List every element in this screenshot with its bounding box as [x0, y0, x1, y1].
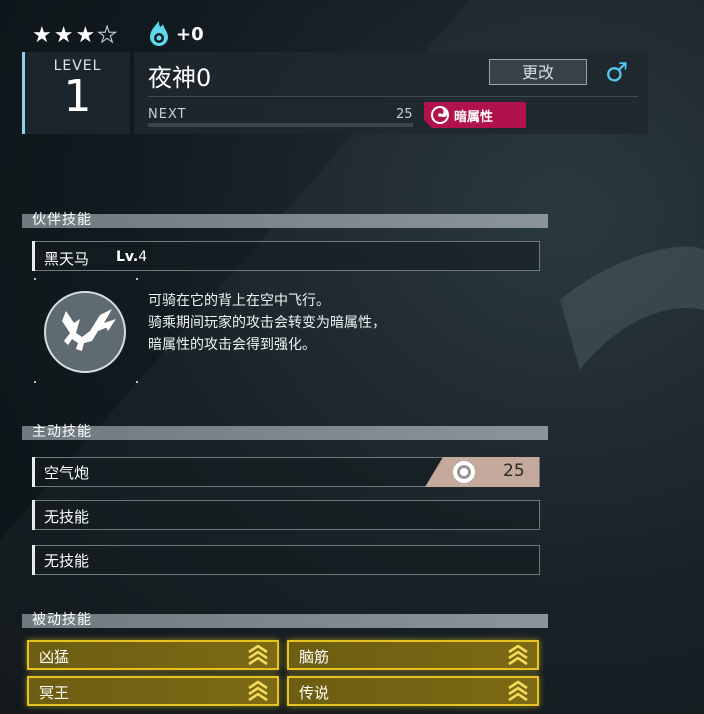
star-filled-icon: ★ [32, 23, 52, 48]
passive-skill-title: 被动技能 [32, 612, 92, 628]
rename-button[interactable]: 更改 [489, 59, 587, 85]
active-skill-name: 无技能 [44, 552, 90, 570]
skill-power-value: 25 [503, 461, 525, 481]
description-line: 暗属性的攻击会得到强化。 [148, 337, 316, 353]
active-skill-section-bar [22, 426, 548, 440]
passive-skill-4[interactable]: 传说 [287, 676, 539, 706]
passive-skill-3[interactable]: 冥王 [27, 676, 279, 706]
star-filled-icon: ★ [75, 23, 96, 48]
partner-skill-description: 可骑在它的背上在空中飞行。 骑乘期间玩家的攻击会转变为暗属性， 暗属性的攻击会得… [148, 290, 528, 356]
rank-up-chevrons-icon [508, 680, 528, 702]
rank-up-chevrons-icon [248, 680, 268, 702]
level-panel: LEVEL 1 [22, 52, 130, 134]
partner-skill-emblem [44, 291, 126, 373]
neutral-element-icon [453, 461, 475, 483]
partner-skill-level: Lv.4 [116, 249, 148, 265]
dark-element-icon [430, 105, 450, 125]
soul-flame-icon [150, 21, 168, 46]
passive-skill-1[interactable]: 凶猛 [27, 640, 279, 670]
rank-up-chevrons-icon [508, 644, 528, 666]
element-badge: 暗属性 [424, 102, 526, 128]
rarity-stars: ★ ★ ★ ★ [32, 23, 118, 48]
condenser-indicator: +0 [146, 20, 204, 48]
description-line: 骑乘期间玩家的攻击会转变为暗属性， [148, 315, 386, 331]
rank-up-chevrons-icon [248, 644, 268, 666]
condenser-value: +0 [176, 23, 204, 45]
pal-nickname: 夜神0 [148, 64, 212, 92]
partner-skill-row[interactable] [32, 241, 540, 271]
exp-progress-bar [148, 123, 413, 127]
active-skill-name: 无技能 [44, 508, 90, 526]
divider [148, 96, 638, 97]
star-filled-icon: ★ [53, 23, 74, 48]
active-skill-title: 主动技能 [32, 424, 92, 440]
passive-skill-name: 冥王 [39, 684, 70, 702]
partner-skill-title: 伙伴技能 [32, 212, 92, 228]
element-label: 暗属性 [454, 109, 494, 125]
next-exp-label: NEXT [148, 107, 187, 122]
next-exp-value: 25 [396, 107, 413, 122]
description-line: 可骑在它的背上在空中飞行。 [148, 293, 330, 309]
passive-skill-2[interactable]: 脑筋 [287, 640, 539, 670]
active-skill-slot-2[interactable] [32, 500, 540, 530]
active-skill-name: 空气炮 [44, 464, 90, 482]
passive-skill-name: 传说 [299, 684, 330, 702]
active-skill-slot-3[interactable] [32, 545, 540, 575]
pegasus-icon [62, 309, 116, 351]
passive-skill-name: 脑筋 [299, 648, 330, 666]
passive-skill-section-bar [22, 614, 548, 628]
passive-skill-name: 凶猛 [39, 648, 70, 666]
partner-skill-name: 黑天马 [44, 250, 90, 268]
star-empty-icon: ★ [97, 23, 118, 48]
male-gender-icon: ♂ [605, 58, 629, 88]
level-value: 1 [63, 71, 92, 122]
partner-skill-section-bar [22, 214, 548, 228]
